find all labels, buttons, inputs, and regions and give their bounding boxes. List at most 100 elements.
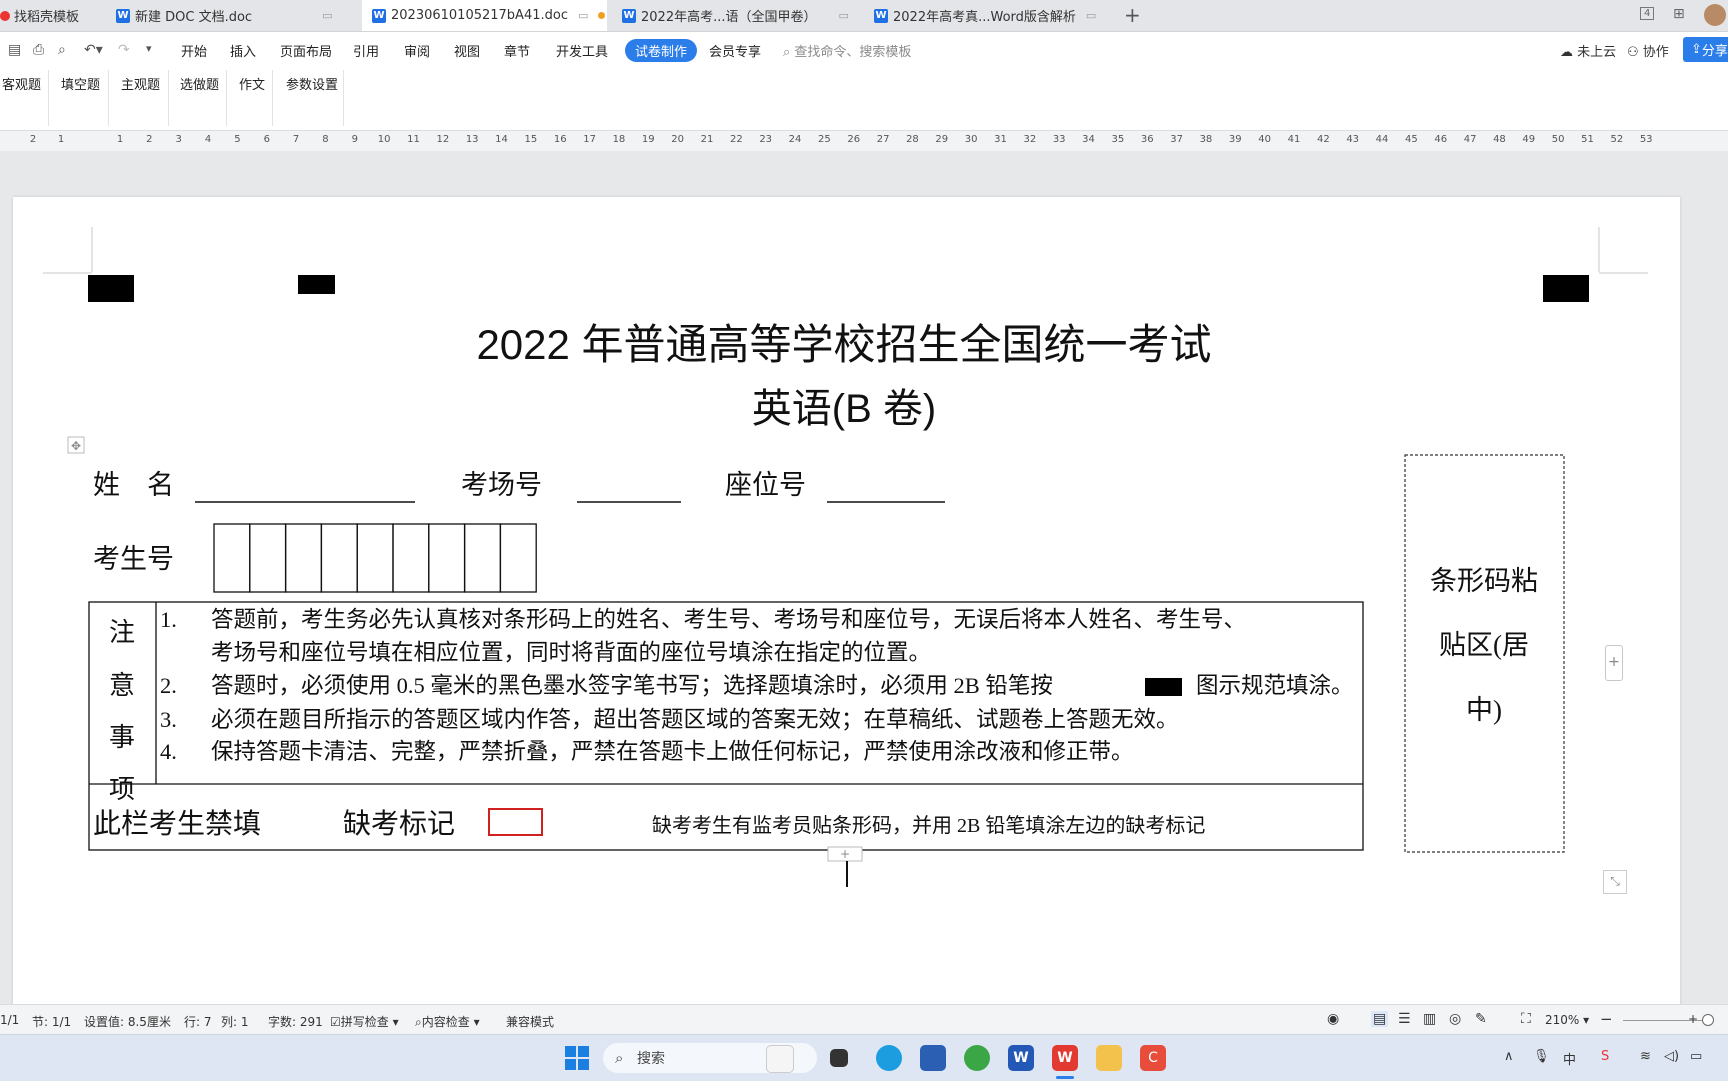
tool-params[interactable]: 参数设置 xyxy=(286,74,338,93)
word-icon[interactable]: W xyxy=(1008,1045,1034,1071)
battery-icon[interactable]: ▭ xyxy=(1690,1049,1702,1064)
ruler-number: 26 xyxy=(847,134,861,145)
setting-value[interactable]: 设置值: 8.5厘米 xyxy=(84,1013,171,1030)
print-icon[interactable]: ⎙ xyxy=(33,42,44,58)
zoom-in-icon[interactable]: + xyxy=(1688,1012,1698,1026)
grid-icon[interactable]: ⊞ xyxy=(1673,6,1685,22)
file-explorer-icon[interactable] xyxy=(1096,1045,1122,1071)
pen-icon[interactable]: ✎ xyxy=(1475,1011,1487,1027)
tab-new-doc[interactable]: W 新建 DOC 文档.doc ▭ xyxy=(116,0,356,31)
tool-optional[interactable]: 选做题 xyxy=(180,74,219,93)
tab-exam-word[interactable]: W 2022年高考真...Word版含解析 ▭ xyxy=(874,0,1114,31)
seat-label: 座位号 xyxy=(725,470,806,500)
zoom-out-icon[interactable]: − xyxy=(1600,1010,1613,1028)
wps-icon[interactable]: W xyxy=(1052,1045,1078,1071)
share-button[interactable]: ⇪ 分享 xyxy=(1683,37,1728,62)
outline-view-icon[interactable]: ☰ xyxy=(1398,1011,1411,1027)
instruction-text: 考场号和座位号填在相应位置，同时将背面的座位号填涂在指定的位置。 xyxy=(211,640,931,665)
ruler-number: 15 xyxy=(524,134,538,145)
student-no-cell[interactable] xyxy=(284,523,323,593)
fill-sample-block xyxy=(1145,678,1182,696)
microphone-icon[interactable]: 🎙︎ xyxy=(1533,1049,1550,1064)
horizontal-ruler[interactable]: 2 1 1 2 3 4 5 6 7 8 9 10 11 12 13 14 15 16 17 18 19 20 21 22 23 2… xyxy=(0,131,1728,151)
add-column-button[interactable]: + xyxy=(1605,645,1623,681)
absent-mark-box[interactable] xyxy=(488,808,543,836)
menu-reference[interactable]: 引用 xyxy=(353,41,379,60)
ruler-number: 29 xyxy=(935,134,949,145)
menu-view[interactable]: 视图 xyxy=(454,41,480,60)
content-check[interactable]: ⌕内容检查 ▾ xyxy=(415,1013,480,1030)
student-no-cell[interactable] xyxy=(356,523,394,593)
tool-essay[interactable]: 作文 xyxy=(239,74,265,93)
resize-icon[interactable]: ⤡ xyxy=(1603,870,1627,894)
student-no-cell[interactable] xyxy=(213,523,251,593)
undo-icon[interactable]: ↶▾ xyxy=(84,42,103,58)
tab-exam-jia[interactable]: W 2022年高考...语（全国甲卷） ▭ xyxy=(622,0,867,31)
ruler-number: 2 xyxy=(29,134,37,145)
menu-member[interactable]: 会员专享 xyxy=(709,41,761,60)
tab-count-badge[interactable]: 4 xyxy=(1640,7,1655,20)
tab-active-doc[interactable]: W 20230610105217bA41.doc ▭ xyxy=(362,0,607,31)
eye-protect-icon[interactable]: ◉ xyxy=(1327,1011,1339,1027)
instruction-text: 答题时，必须使用 0.5 毫米的黑色墨水签字笔书写；选择题填涂时，必须用 2B … xyxy=(211,673,1053,698)
zoom-level[interactable]: 210% ▾ xyxy=(1545,1013,1589,1027)
menu-review[interactable]: 审阅 xyxy=(404,41,430,60)
fit-page-icon[interactable]: ⛶ xyxy=(1521,1011,1531,1027)
student-no-cell[interactable] xyxy=(249,523,287,593)
menu-exam-making[interactable]: 试卷制作 xyxy=(625,39,698,62)
ruler-number: 48 xyxy=(1493,134,1506,145)
divider xyxy=(168,70,169,126)
student-no-cell[interactable] xyxy=(428,523,466,593)
web-view-icon[interactable]: ◎ xyxy=(1449,1011,1461,1027)
collaborate-button[interactable]: ⚇ 协作 xyxy=(1627,41,1669,60)
chevron-up-icon[interactable]: ∧ xyxy=(1504,1049,1514,1064)
tool-objective[interactable]: 客观题 xyxy=(2,74,41,93)
menu-start[interactable]: 开始 xyxy=(181,41,207,60)
cloud-status[interactable]: ☁ 未上云 xyxy=(1560,41,1616,60)
menu-chapter[interactable]: 章节 xyxy=(504,41,530,60)
menu-page-layout[interactable]: 页面布局 xyxy=(280,41,332,60)
student-no-cell[interactable] xyxy=(392,523,430,593)
customize-icon[interactable]: ▾ xyxy=(146,42,152,55)
widget-icon[interactable] xyxy=(766,1045,794,1073)
browser-icon[interactable] xyxy=(964,1045,990,1071)
tool-fill-blank[interactable]: 填空题 xyxy=(61,74,100,93)
store-icon[interactable] xyxy=(920,1045,946,1071)
windows-start-icon[interactable] xyxy=(565,1046,589,1070)
tab-templates[interactable]: 找稻壳模板 xyxy=(0,0,105,31)
ruler-number: 37 xyxy=(1170,134,1183,145)
student-no-cell[interactable] xyxy=(320,523,358,593)
page-view-icon[interactable]: ▤ xyxy=(1371,1011,1389,1027)
spell-check[interactable]: ☑拼写检查 ▾ xyxy=(330,1013,399,1030)
tool-subjective[interactable]: 主观题 xyxy=(121,74,160,93)
section-indicator[interactable]: 节: 1/1 xyxy=(32,1013,71,1030)
wifi-icon[interactable]: ≋ xyxy=(1640,1049,1651,1064)
edge-icon[interactable] xyxy=(876,1045,902,1071)
collab-icon: ⚇ xyxy=(1627,45,1643,60)
student-no-boxes[interactable] xyxy=(213,523,537,593)
wps-tray-icon[interactable]: S xyxy=(1601,1049,1609,1064)
app-c-icon[interactable]: C xyxy=(1140,1045,1166,1071)
command-search[interactable]: ⌕ 查找命令、搜索模板 xyxy=(783,41,911,60)
page-indicator[interactable]: 1/1 xyxy=(0,1013,19,1027)
ime-icon[interactable]: 中 xyxy=(1563,1049,1576,1068)
print-preview-icon[interactable]: ⌕ xyxy=(58,42,66,58)
menu-insert[interactable]: 插入 xyxy=(230,41,256,60)
read-view-icon[interactable]: ▥ xyxy=(1423,1011,1436,1027)
student-no-cell[interactable] xyxy=(463,523,502,593)
tab-label: 2022年高考真...Word版含解析 xyxy=(893,10,1076,25)
ruler-number: 2 xyxy=(146,134,153,145)
menu-developer[interactable]: 开发工具 xyxy=(556,41,608,60)
volume-icon[interactable]: ◁) xyxy=(1664,1049,1679,1064)
task-view-icon[interactable] xyxy=(830,1049,848,1067)
redo-icon[interactable]: ↷ xyxy=(118,42,130,58)
cloud-icon: ☁ xyxy=(1560,45,1578,60)
ruler-number: 6 xyxy=(263,134,270,145)
new-tab-button[interactable]: + xyxy=(1124,3,1141,27)
file-icon[interactable]: ▤ xyxy=(8,42,21,58)
zoom-slider-thumb[interactable] xyxy=(1702,1014,1714,1026)
word-count[interactable]: 字数: 291 xyxy=(268,1013,323,1030)
student-no-cell[interactable] xyxy=(499,523,537,593)
move-icon: ✥ xyxy=(71,439,81,453)
avatar[interactable] xyxy=(1704,4,1726,26)
